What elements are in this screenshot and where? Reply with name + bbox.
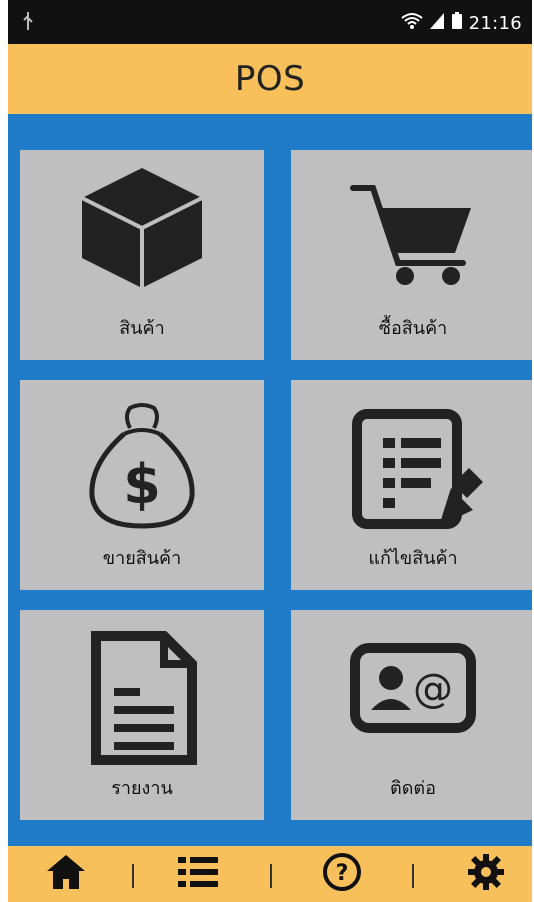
- svg-text:$: $: [123, 453, 161, 516]
- app-frame: 21:16 POS สินค้า ซื้อสินค้า $ ขายสินค้า …: [8, 0, 532, 902]
- svg-text:@: @: [413, 666, 453, 712]
- edit-list-icon: [343, 398, 483, 542]
- nav-separator: [132, 864, 134, 888]
- settings-icon: [466, 852, 506, 896]
- tile-sell[interactable]: $ ขายสินค้า: [20, 380, 264, 590]
- box-icon: [72, 168, 212, 292]
- nav-separator: [412, 864, 414, 888]
- bottom-nav: ?: [8, 846, 532, 902]
- home-icon: [45, 853, 87, 895]
- home-button[interactable]: [36, 852, 96, 896]
- tile-buy[interactable]: ซื้อสินค้า: [291, 150, 532, 360]
- tile-products[interactable]: สินค้า: [20, 150, 264, 360]
- tile-label: แก้ไขสินค้า: [368, 548, 458, 569]
- help-button[interactable]: ?: [312, 852, 372, 896]
- money-bag-icon: $: [72, 398, 212, 542]
- usb-icon: [22, 12, 34, 30]
- nav-separator: [270, 864, 272, 888]
- page-title: POS: [234, 59, 306, 99]
- cart-icon: [343, 168, 483, 292]
- signal-icon: [429, 12, 445, 35]
- status-time: 21:16: [468, 13, 522, 34]
- tile-label: ติดต่อ: [390, 778, 436, 799]
- tile-contact[interactable]: @ ติดต่อ: [291, 610, 532, 820]
- settings-button[interactable]: [456, 852, 516, 896]
- svg-text:?: ?: [336, 861, 349, 886]
- document-icon: [72, 628, 212, 772]
- list-button[interactable]: [168, 852, 228, 896]
- wifi-icon: [401, 12, 423, 35]
- tile-label: ขายสินค้า: [102, 548, 182, 569]
- tile-label: ซื้อสินค้า: [378, 318, 448, 339]
- tile-label: รายงาน: [111, 778, 173, 799]
- app-header: POS: [8, 44, 532, 114]
- battery-icon: [451, 12, 463, 35]
- list-icon: [176, 855, 220, 893]
- status-bar: 21:16: [8, 0, 532, 44]
- contact-card-icon: @: [343, 628, 483, 752]
- help-icon: ?: [322, 852, 362, 896]
- tile-report[interactable]: รายงาน: [20, 610, 264, 820]
- status-icons: 21:16: [401, 12, 522, 35]
- tile-edit[interactable]: แก้ไขสินค้า: [291, 380, 532, 590]
- tile-label: สินค้า: [119, 318, 165, 339]
